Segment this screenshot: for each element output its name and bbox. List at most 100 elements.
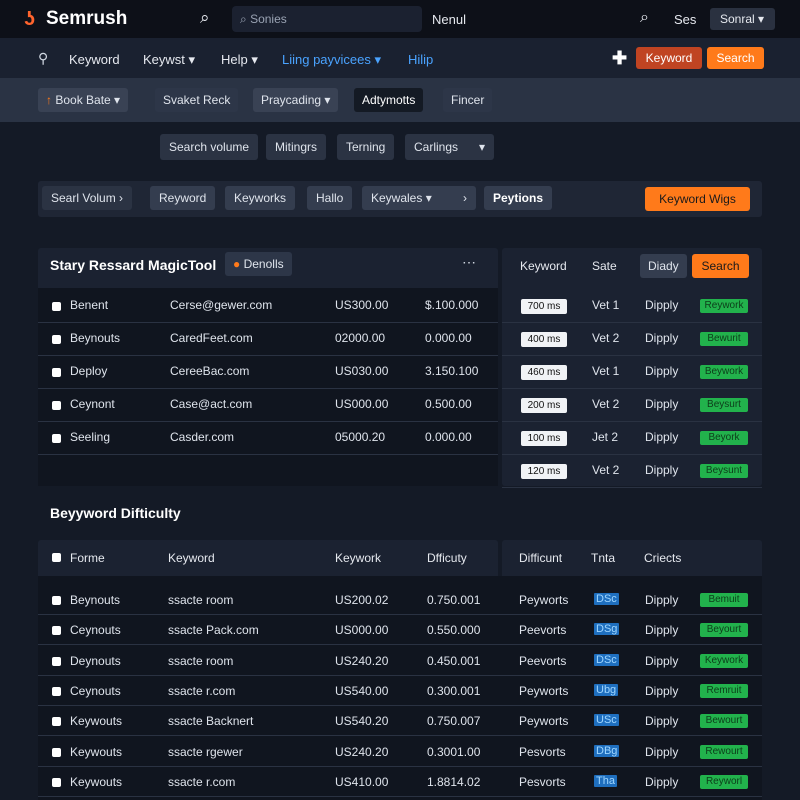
row-name: Deploy [70,364,108,378]
status-badge[interactable]: Keywork [700,653,748,668]
dipply-label: Dipply [645,774,679,789]
row-checkbox[interactable] [52,686,61,696]
subnav-market[interactable]: Svaket Reck [155,88,239,112]
p1-hdr-diady[interactable]: Diady [640,254,687,278]
version-label: Vet 2 [592,463,620,477]
row-value: US300.00 [335,298,389,312]
status-badge[interactable]: Rewourt [700,744,748,759]
more-icon[interactable]: ⋯ [462,254,476,271]
latency-badge: 100 ms [521,431,567,446]
row-checkbox[interactable] [52,434,61,443]
row-checkbox[interactable] [52,335,61,344]
subnav-fincer[interactable]: Fincer [443,88,493,112]
nav-pay-services[interactable]: Liing payvicees ▾ [282,52,381,68]
latency-badge: 200 ms [521,398,567,413]
status-badge[interactable]: Bemuit [700,593,748,607]
keyword-wigs-button[interactable]: Keyword Wigs [645,187,750,211]
filter-search-volume[interactable]: Search volume [160,134,259,160]
row-name: Benent [70,298,109,312]
row-keyword: ssacte Pack.com [168,623,259,638]
status-badge[interactable]: Beywork [700,365,748,379]
toolbar-reyword[interactable]: Reyword [150,186,216,210]
status-badge[interactable]: Bewourt [700,714,748,729]
toolbar-peytions[interactable]: Peytions [484,186,553,210]
row-value: US000.00 [335,623,389,638]
status-badge[interactable]: Beyork [700,431,748,445]
p2-hdr-tnta: Tnta [591,551,616,565]
row-value: US540.20 [335,714,389,729]
status-badge[interactable]: Remruit [700,683,748,698]
row-checkbox[interactable] [52,626,61,636]
row-checkbox[interactable] [52,596,61,605]
p2-hdr-difficunt: Difficunt [519,551,563,565]
details-badge[interactable]: ● Denolls [225,252,292,276]
row-checkbox[interactable] [52,717,61,727]
select-all-checkbox[interactable] [52,553,61,562]
p2-hdr-keyword: Keyword [168,551,215,565]
filter-carlings[interactable]: Carlings ▾ [405,134,494,160]
user-link[interactable]: Ses [674,12,696,27]
row-name: Beynouts [70,593,121,607]
p2-hdr-forme: Forme [70,551,105,565]
row-email: Cerse@gewer.com [170,298,273,312]
subnav-adtymotts[interactable]: Adtymotts [354,88,424,112]
semrush-logo-icon[interactable]: ʖ [24,8,35,31]
nav-help[interactable]: Help ▾ [221,52,258,68]
bolt-icon: ↑ [46,93,52,107]
dipply-label: Dipply [645,397,679,411]
top-menu-link[interactable]: Nenul [432,12,466,27]
row-value: US240.20 [335,653,389,668]
dipply-label: Dipply [645,364,679,378]
subnav-praycading[interactable]: Praycading ▾ [253,88,339,112]
status-badge[interactable]: Reywork [700,299,748,313]
row-email: Casder.com [170,430,235,444]
row-tag: DSc [594,593,619,605]
latency-badge: 460 ms [521,365,567,380]
panel1-search-button[interactable]: Search [692,254,749,278]
row-value: US240.20 [335,744,389,759]
row-checkbox[interactable] [52,777,61,787]
filter-mitingrs[interactable]: Mitingrs [266,134,327,160]
row-value: 05000.20 [335,430,386,444]
row-divider [38,735,762,737]
toolbar-search-volume[interactable]: Searl Volum › [42,186,133,210]
row-divider [38,644,762,646]
filter-terning[interactable]: Terning [337,134,395,160]
row-divider [38,795,762,797]
row-checkbox[interactable] [52,368,61,377]
status-badge[interactable]: Beysurt [700,398,748,412]
row-checkbox[interactable] [52,656,61,666]
row-divider [502,487,762,488]
nav-keyword[interactable]: Keyword [69,52,120,67]
toolbar-hallo[interactable]: Hallo [307,186,353,210]
nav-keywst[interactable]: Keywst ▾ [143,52,195,68]
row-tag: Ubg [594,683,619,696]
row-checkbox[interactable] [52,401,61,410]
keyword-button[interactable]: Keyword [636,47,702,69]
row-name: Keywouts [70,714,123,729]
status-badge[interactable]: Bewurit [700,332,748,346]
status-badge[interactable]: Beysunt [700,464,748,478]
key-icon[interactable]: ⚲ [38,50,48,67]
status-badge[interactable]: Beyourt [700,623,748,638]
search-input[interactable]: ⌕ Sonies [232,6,422,32]
version-label: Jet 2 [592,430,619,444]
row-divider [38,421,498,422]
row-name: Seeling [70,430,111,444]
book-date-dropdown[interactable]: ↑ Book Bate ▾ [38,88,129,112]
magnifier-icon[interactable]: ⌕ [640,9,649,27]
toolbar-keyworks[interactable]: Keyworks [225,186,296,210]
status-badge[interactable]: Reyworl [700,774,748,789]
row-checkbox[interactable] [52,302,61,311]
search-button[interactable]: Search [707,47,764,69]
p1-hdr-sate: Sate [592,259,617,273]
search-icon[interactable]: ⌕ [200,8,210,28]
toolbar-keywales[interactable]: Keywales ▾ › [362,186,476,210]
row-checkbox[interactable] [52,747,61,757]
project-select[interactable]: Sonral ▾ [710,8,775,30]
add-icon[interactable]: ✚ [612,48,627,69]
p2-hdr-criects: Criects [644,551,682,565]
row-name: Beynouts [70,331,121,345]
nav-hilip[interactable]: Hilip [408,52,433,67]
app-logo[interactable]: Semrush [46,8,127,30]
